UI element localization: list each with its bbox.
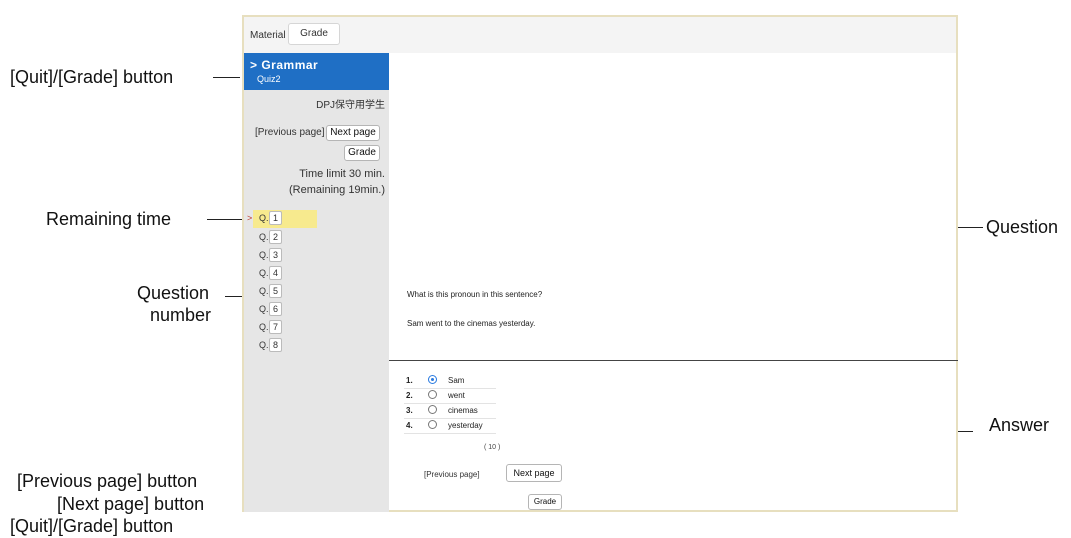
question-number-5[interactable]: 5 xyxy=(269,284,282,298)
callout-line xyxy=(213,77,240,78)
tab-grade[interactable]: Grade xyxy=(288,23,340,45)
grade-button[interactable]: Grade xyxy=(528,494,562,510)
question-prefix: Q. xyxy=(259,268,269,278)
callout-question-number-1: Question xyxy=(137,283,210,303)
option-text: went xyxy=(448,391,465,400)
option-number: 1. xyxy=(406,376,413,385)
answer-option[interactable]: 1. Sam xyxy=(404,374,496,389)
answer-option[interactable]: 3. cinemas xyxy=(404,404,496,419)
callout-buttons-3: [Quit]/[Grade] button xyxy=(10,516,174,536)
radio-icon[interactable] xyxy=(428,390,437,399)
callout-buttons-1: [Previous page] button xyxy=(17,471,198,491)
callout-question: Question xyxy=(986,217,1059,237)
question-sentence: Sam went to the cinemas yesterday. xyxy=(407,319,536,328)
time-remaining: (Remaining 19min.) xyxy=(289,184,385,196)
question-prefix: Q. xyxy=(259,286,269,296)
app-window: Material Grade > Grammar Quiz2 DPJ保守用学生 … xyxy=(242,15,958,512)
previous-page-label: [Previous page] xyxy=(424,470,480,479)
previous-page-label: [Previous page] xyxy=(255,127,325,138)
question-answer-divider xyxy=(389,360,958,361)
question-prefix: Q. xyxy=(259,322,269,332)
question-number-7[interactable]: 7 xyxy=(269,320,282,334)
answer-option[interactable]: 2. went xyxy=(404,389,496,404)
current-question-arrow-icon: > xyxy=(247,213,253,223)
question-prefix: Q. xyxy=(259,232,269,242)
next-page-button[interactable]: Next page xyxy=(506,464,562,482)
option-number: 4. xyxy=(406,421,413,430)
question-text: What is this pronoun in this sentence? xyxy=(407,290,543,299)
option-text: yesterday xyxy=(448,421,483,430)
radio-icon[interactable] xyxy=(428,405,437,414)
option-text: Sam xyxy=(448,376,465,385)
question-prefix: Q. xyxy=(259,250,269,260)
course-header[interactable]: > Grammar Quiz2 xyxy=(244,53,389,90)
question-points: ( 10 ) xyxy=(484,444,501,451)
time-limit: Time limit 30 min. xyxy=(299,168,385,180)
radio-selected-icon[interactable] xyxy=(428,375,437,384)
question-number-2[interactable]: 2 xyxy=(269,230,282,244)
option-text: cinemas xyxy=(448,406,478,415)
callout-quit-grade: [Quit]/[Grade] button xyxy=(10,67,174,87)
grade-button[interactable]: Grade xyxy=(344,145,380,161)
question-number-4[interactable]: 4 xyxy=(269,266,282,280)
callout-buttons-2: [Next page] button xyxy=(57,494,205,514)
sidebar: > Grammar Quiz2 DPJ保守用学生 [Previous page]… xyxy=(244,53,389,512)
question-number-8[interactable]: 8 xyxy=(269,338,282,352)
question-number-3[interactable]: 3 xyxy=(269,248,282,262)
callout-answer: Answer xyxy=(989,415,1050,435)
tab-material[interactable]: Material xyxy=(250,30,286,41)
callout-remaining-time: Remaining time xyxy=(46,209,172,229)
radio-icon[interactable] xyxy=(428,420,437,429)
answer-option[interactable]: 4. yesterday xyxy=(404,419,496,434)
option-number: 3. xyxy=(406,406,413,415)
question-prefix: Q. xyxy=(259,340,269,350)
callout-question-number-2: number xyxy=(150,305,212,325)
next-page-button[interactable]: Next page xyxy=(326,125,380,141)
top-tab-bar: Material Grade xyxy=(244,17,956,53)
question-prefix: Q. xyxy=(259,304,269,314)
question-number-6[interactable]: 6 xyxy=(269,302,282,316)
question-number-1[interactable]: 1 xyxy=(269,211,282,225)
course-title: > Grammar xyxy=(250,58,319,72)
student-name: DPJ保守用学生 xyxy=(316,100,385,111)
option-number: 2. xyxy=(406,391,413,400)
question-prefix: Q. xyxy=(259,213,269,223)
quiz-name: Quiz2 xyxy=(257,74,281,84)
